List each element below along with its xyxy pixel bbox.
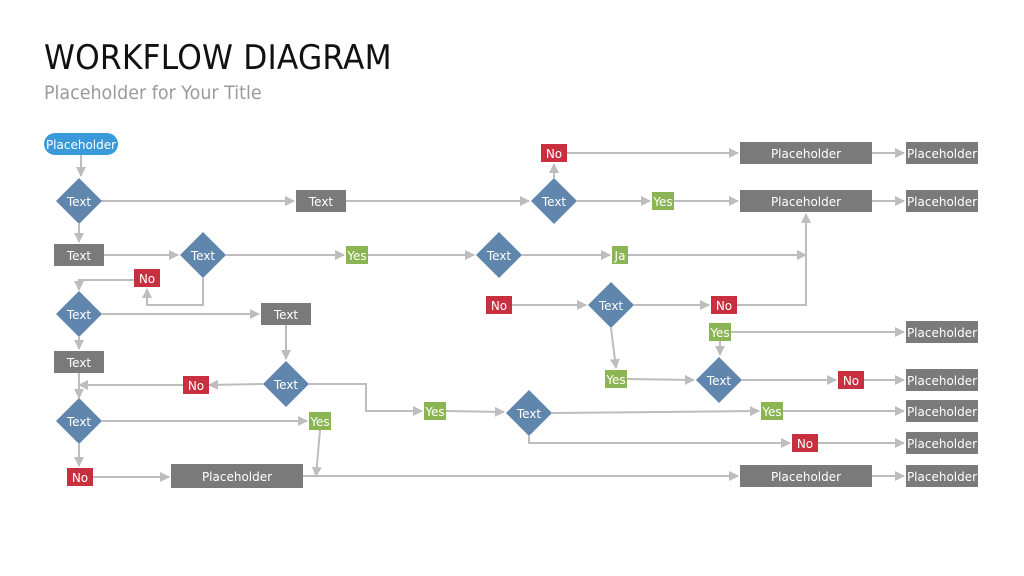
node-label: No [491, 299, 507, 313]
node-label: Yes [652, 195, 672, 209]
connector-arrow [609, 327, 620, 369]
process-node[interactable]: Text [54, 244, 104, 266]
connector-arrow [551, 406, 760, 417]
process-node[interactable]: Text [54, 351, 104, 373]
node-label: Text [66, 249, 92, 263]
node-label: Yes [605, 373, 625, 387]
decision-node[interactable]: Text [588, 282, 634, 328]
node-label: Text [516, 407, 542, 421]
yes-node[interactable]: Ja [612, 246, 628, 264]
node-label: Placeholder [907, 437, 977, 451]
no-node[interactable]: No [486, 296, 512, 314]
decision-node[interactable]: Text [531, 178, 577, 224]
decision-node[interactable]: Text [506, 390, 552, 436]
process-node[interactable]: Placeholder [740, 190, 872, 212]
node-label: Placeholder [771, 147, 841, 161]
node-label: No [716, 299, 732, 313]
connector-arrow [445, 406, 505, 417]
node-label: No [797, 437, 813, 451]
node-label: Placeholder [771, 195, 841, 209]
node-label: Text [598, 299, 624, 313]
no-node[interactable]: No [134, 269, 160, 287]
process-node[interactable]: Placeholder [906, 321, 978, 343]
no-node[interactable]: No [792, 434, 818, 452]
node-label: Text [486, 249, 512, 263]
node-label: Placeholder [907, 374, 977, 388]
node-label: No [546, 147, 562, 161]
node-label: No [72, 471, 88, 485]
node-label: Placeholder [907, 326, 977, 340]
node-label: Text [66, 308, 92, 322]
connector-arrow [309, 383, 423, 416]
start-node[interactable]: Placeholder [44, 133, 118, 155]
connector-arrow [528, 436, 791, 448]
node-label: Placeholder [202, 470, 272, 484]
yes-node[interactable]: Yes [652, 192, 674, 210]
no-node[interactable]: No [711, 296, 737, 314]
nodes: Placeholder Text Text Text No Placeholder Plac… [44, 133, 978, 488]
connector-arrow [626, 374, 695, 385]
node-label: Placeholder [907, 470, 977, 484]
process-node[interactable]: Placeholder [740, 465, 872, 487]
node-label: Text [273, 378, 299, 392]
process-node[interactable]: Text [261, 303, 311, 325]
process-node[interactable]: Text [296, 190, 346, 212]
node-label: Placeholder [46, 138, 116, 152]
node-label: Placeholder [907, 405, 977, 419]
node-label: Text [541, 195, 567, 209]
node-label: Placeholder [771, 470, 841, 484]
process-node[interactable]: Placeholder [906, 190, 978, 212]
node-label: No [139, 272, 155, 286]
node-label: Text [66, 415, 92, 429]
no-node[interactable]: No [67, 468, 93, 486]
node-label: No [843, 374, 859, 388]
process-node[interactable]: Placeholder [906, 432, 978, 454]
node-label: Ja [614, 249, 626, 263]
process-node[interactable]: Placeholder [906, 369, 978, 391]
process-node[interactable]: Placeholder [906, 465, 978, 487]
process-node[interactable]: Placeholder [171, 464, 303, 488]
node-label: Text [308, 195, 334, 209]
yes-node[interactable]: Yes [761, 402, 783, 420]
node-label: Yes [424, 405, 444, 419]
decision-node[interactable]: Text [56, 398, 102, 444]
connector-arrow [208, 379, 264, 390]
decision-node[interactable]: Text [180, 232, 226, 278]
no-node[interactable]: No [541, 144, 567, 162]
node-label: Text [706, 374, 732, 388]
decision-node[interactable]: Text [696, 357, 742, 403]
no-node[interactable]: No [838, 371, 864, 389]
node-label: Text [273, 308, 299, 322]
yes-node[interactable]: Yes [346, 246, 368, 264]
connector-arrow [737, 213, 811, 306]
node-label: Yes [709, 326, 729, 340]
process-node[interactable]: Placeholder [906, 142, 978, 164]
yes-node[interactable]: Yes [709, 323, 731, 341]
node-label: Yes [346, 249, 366, 263]
yes-node[interactable]: Yes [605, 370, 627, 388]
node-label: Placeholder [907, 147, 977, 161]
workflow-diagram: Placeholder Text Text Text No Placeholder Plac… [44, 133, 978, 488]
process-node[interactable]: Placeholder [906, 400, 978, 422]
decision-node[interactable]: Text [56, 291, 102, 337]
node-label: Text [190, 249, 216, 263]
connector-arrow [311, 429, 322, 477]
node-label: Placeholder [907, 195, 977, 209]
node-label: Yes [761, 405, 781, 419]
decision-node[interactable]: Text [56, 178, 102, 224]
node-label: No [188, 379, 204, 393]
process-node[interactable]: Placeholder [740, 142, 872, 164]
no-node[interactable]: No [183, 376, 209, 394]
node-label: Text [66, 195, 92, 209]
node-label: Yes [309, 415, 329, 429]
yes-node[interactable]: Yes [309, 412, 331, 430]
connector-arrow [74, 279, 134, 291]
yes-node[interactable]: Yes [424, 402, 446, 420]
node-label: Text [66, 356, 92, 370]
decision-node[interactable]: Text [476, 232, 522, 278]
decision-node[interactable]: Text [263, 361, 309, 407]
